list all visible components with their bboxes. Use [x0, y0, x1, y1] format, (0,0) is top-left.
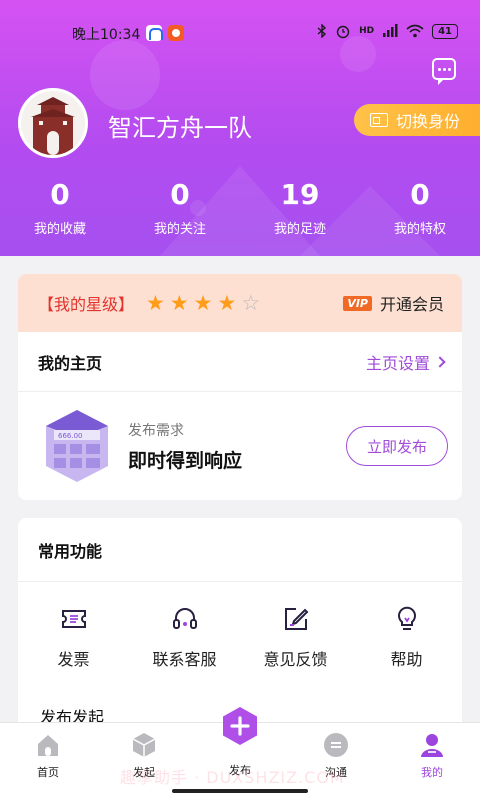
ticket-icon — [61, 610, 86, 628]
watermark: 趣享助手 · DUXSHZIZ.COM — [120, 768, 345, 787]
stat-label: 我的收藏 — [33, 222, 86, 237]
open-membership-button[interactable]: VIP 开通会员 — [343, 291, 444, 315]
star-filled-icon: ★ — [217, 290, 237, 315]
function-invoice[interactable]: 发票 — [18, 604, 129, 670]
star-filled-icon: ★ — [146, 290, 165, 315]
stat-privileges[interactable]: 0 我的特权 — [360, 178, 480, 237]
chat-icon — [322, 731, 350, 759]
switch-identity-button[interactable]: 切换身份 — [354, 104, 480, 136]
my-homepage-title: 我的主页 — [38, 353, 103, 373]
bluetooth-icon — [317, 24, 327, 38]
common-functions-title: 常用功能 — [18, 518, 462, 582]
gate-tower-icon — [21, 91, 85, 155]
network-type: HD — [359, 26, 375, 36]
function-feedback[interactable]: 意见反馈 — [240, 604, 351, 670]
function-grid: 发票 联系客服 意见反馈 帮助 — [18, 582, 462, 670]
stat-value: 0 — [410, 178, 430, 211]
user-icon — [418, 731, 446, 759]
my-homepage-row: 我的主页 主页设置 — [18, 332, 462, 392]
star-empty-icon: ☆ — [241, 290, 261, 315]
function-label: 发票 — [57, 650, 90, 669]
homepage-settings-label: 主页设置 — [365, 353, 430, 373]
publish-subtitle: 发布需求 — [128, 422, 184, 439]
decor-bubble — [90, 40, 160, 110]
id-card-icon — [370, 113, 388, 127]
function-label: 联系客服 — [152, 650, 217, 669]
chevron-right-icon — [434, 355, 446, 368]
stat-value: 0 — [50, 178, 70, 211]
calculator-display: 666.00 — [58, 432, 83, 440]
status-icons: HD 41 — [317, 23, 458, 39]
publish-text: 发布需求 即时得到响应 — [128, 420, 242, 473]
message-dot — [448, 68, 451, 71]
function-help[interactable]: 帮助 — [351, 604, 462, 670]
headset-icon — [172, 608, 197, 629]
stat-footprints[interactable]: 19 我的足迹 — [240, 178, 360, 237]
star-filled-icon: ★ — [193, 290, 213, 315]
common-functions-card: 常用功能 发票 联系客服 意见反馈 帮助 发布发起 — [18, 518, 462, 738]
function-customer-service[interactable]: 联系客服 — [129, 604, 240, 670]
team-name: 智汇方舟一队 — [108, 114, 252, 142]
status-time: 晚上10:34 — [72, 27, 141, 43]
battery-level: 41 — [432, 23, 458, 39]
stat-value: 0 — [170, 178, 190, 211]
star-filled-icon: ★ — [169, 290, 189, 315]
homepage-settings-link[interactable]: 主页设置 — [365, 350, 446, 374]
publish-demand-row: 666.00 发布需求 即时得到响应 立即发布 — [18, 392, 462, 500]
message-button[interactable] — [432, 58, 456, 85]
wifi-icon — [406, 24, 424, 38]
stat-label: 我的足迹 — [273, 222, 326, 237]
edit-icon — [284, 608, 308, 630]
tab-mine[interactable]: 我的 — [384, 723, 480, 800]
home-icon — [34, 731, 62, 759]
vip-badge: VIP — [343, 295, 372, 311]
open-membership-label: 开通会员 — [379, 295, 444, 314]
stat-favorites[interactable]: 0 我的收藏 — [0, 178, 120, 237]
message-dot — [443, 68, 446, 71]
notification-app-icon — [168, 25, 184, 41]
status-bar: 晚上10:34 HD 41 — [0, 20, 480, 46]
tab-label: 首页 — [37, 766, 59, 779]
stat-label: 我的特权 — [393, 222, 446, 237]
publish-title: 即时得到响应 — [128, 449, 243, 472]
lightbulb-icon — [397, 606, 416, 630]
stat-value: 19 — [280, 178, 320, 211]
vip-bar: 【我的星级】 ★ ★ ★ ★ ☆ VIP 开通会员 — [18, 274, 462, 332]
stats-row: 0 我的收藏 0 我的关注 19 我的足迹 0 我的特权 — [0, 178, 480, 237]
avatar[interactable] — [18, 88, 88, 158]
tab-home[interactable]: 首页 — [0, 723, 96, 800]
notification-app-icon — [146, 25, 163, 41]
star-level-label: 【我的星级】 — [38, 295, 135, 314]
stat-following[interactable]: 0 我的关注 — [120, 178, 240, 237]
message-dot — [438, 68, 441, 71]
calculator-illustration-icon: 666.00 — [46, 410, 108, 482]
publish-now-button[interactable]: 立即发布 — [346, 426, 448, 466]
function-label: 帮助 — [390, 650, 423, 669]
tab-label: 我的 — [421, 766, 443, 779]
profile-card: 【我的星级】 ★ ★ ★ ★ ☆ VIP 开通会员 我的主页 主页设置 666.00 发… — [18, 274, 462, 500]
alarm-icon — [336, 25, 350, 39]
signal-icon — [383, 24, 398, 37]
home-indicator[interactable] — [172, 789, 308, 793]
star-rating: ★ ★ ★ ★ ☆ — [146, 290, 261, 315]
stat-label: 我的关注 — [153, 222, 206, 237]
function-label: 意见反馈 — [263, 650, 328, 669]
plus-icon[interactable] — [220, 706, 260, 746]
cube-icon — [130, 731, 158, 759]
switch-identity-label: 切换身份 — [396, 112, 461, 131]
